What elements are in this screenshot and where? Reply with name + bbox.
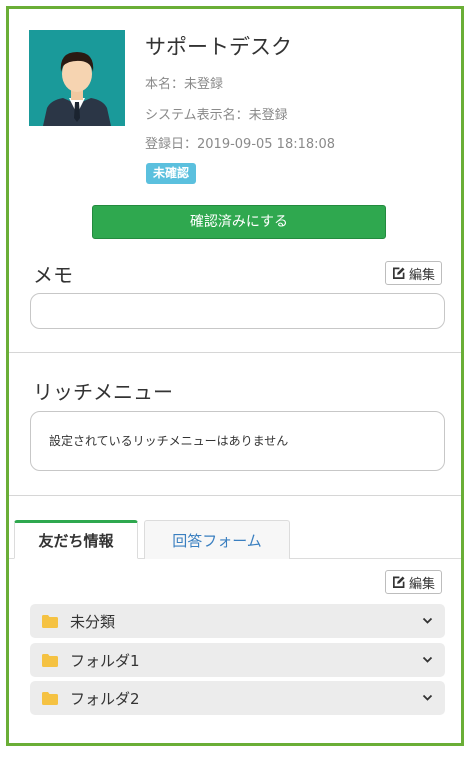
folder-item-2[interactable]: フォルダ2 <box>30 681 445 715</box>
folder-icon <box>42 653 58 667</box>
mark-confirmed-button[interactable]: 確認済みにする <box>92 205 386 239</box>
folder-label: フォルダ2 <box>70 689 140 708</box>
chevron-down-icon[interactable] <box>422 692 433 703</box>
rich-menu-title: リッチメニュー <box>33 380 173 404</box>
folder-icon <box>42 614 58 628</box>
chevron-down-icon[interactable] <box>422 615 433 626</box>
rich-menu-box: 設定されているリッチメニューはありません <box>30 411 445 471</box>
real-name-text: 本名：未登録 <box>145 77 224 92</box>
section-divider <box>9 352 461 353</box>
edit-icon <box>393 575 405 588</box>
memo-edit-button[interactable]: 編集 <box>384 261 442 285</box>
folder-label: フォルダ1 <box>70 651 140 670</box>
registered-date-text: 登録日：2019-09-05 18:18:08 <box>145 137 336 152</box>
status-badge: 未確認 <box>146 163 197 184</box>
folder-item-uncategorized[interactable]: 未分類 <box>30 604 445 638</box>
tab-friend-info[interactable]: 友だち情報 <box>14 520 138 559</box>
user-avatar <box>29 30 125 126</box>
tab-answer-form[interactable]: 回答フォーム <box>144 520 290 559</box>
folder-label: 未分類 <box>70 612 116 631</box>
edit-icon <box>393 266 405 279</box>
display-name-text: システム表示名：未登録 <box>145 108 288 123</box>
folder-item-1[interactable]: フォルダ1 <box>30 643 445 677</box>
section-divider <box>9 495 461 496</box>
friend-detail-panel: サポートデスク 本名：未登録 システム表示名：未登録 登録日：2019-09-0… <box>6 6 464 746</box>
friend-info-edit-label: 編集 <box>408 576 435 592</box>
folder-icon <box>42 691 58 705</box>
friend-name: サポートデスク <box>145 35 292 59</box>
memo-title: メモ <box>33 263 73 287</box>
friend-info-edit-button[interactable]: 編集 <box>384 570 442 594</box>
memo-edit-label: 編集 <box>408 267 435 283</box>
chevron-down-icon[interactable] <box>422 654 433 665</box>
memo-field[interactable] <box>30 293 445 329</box>
